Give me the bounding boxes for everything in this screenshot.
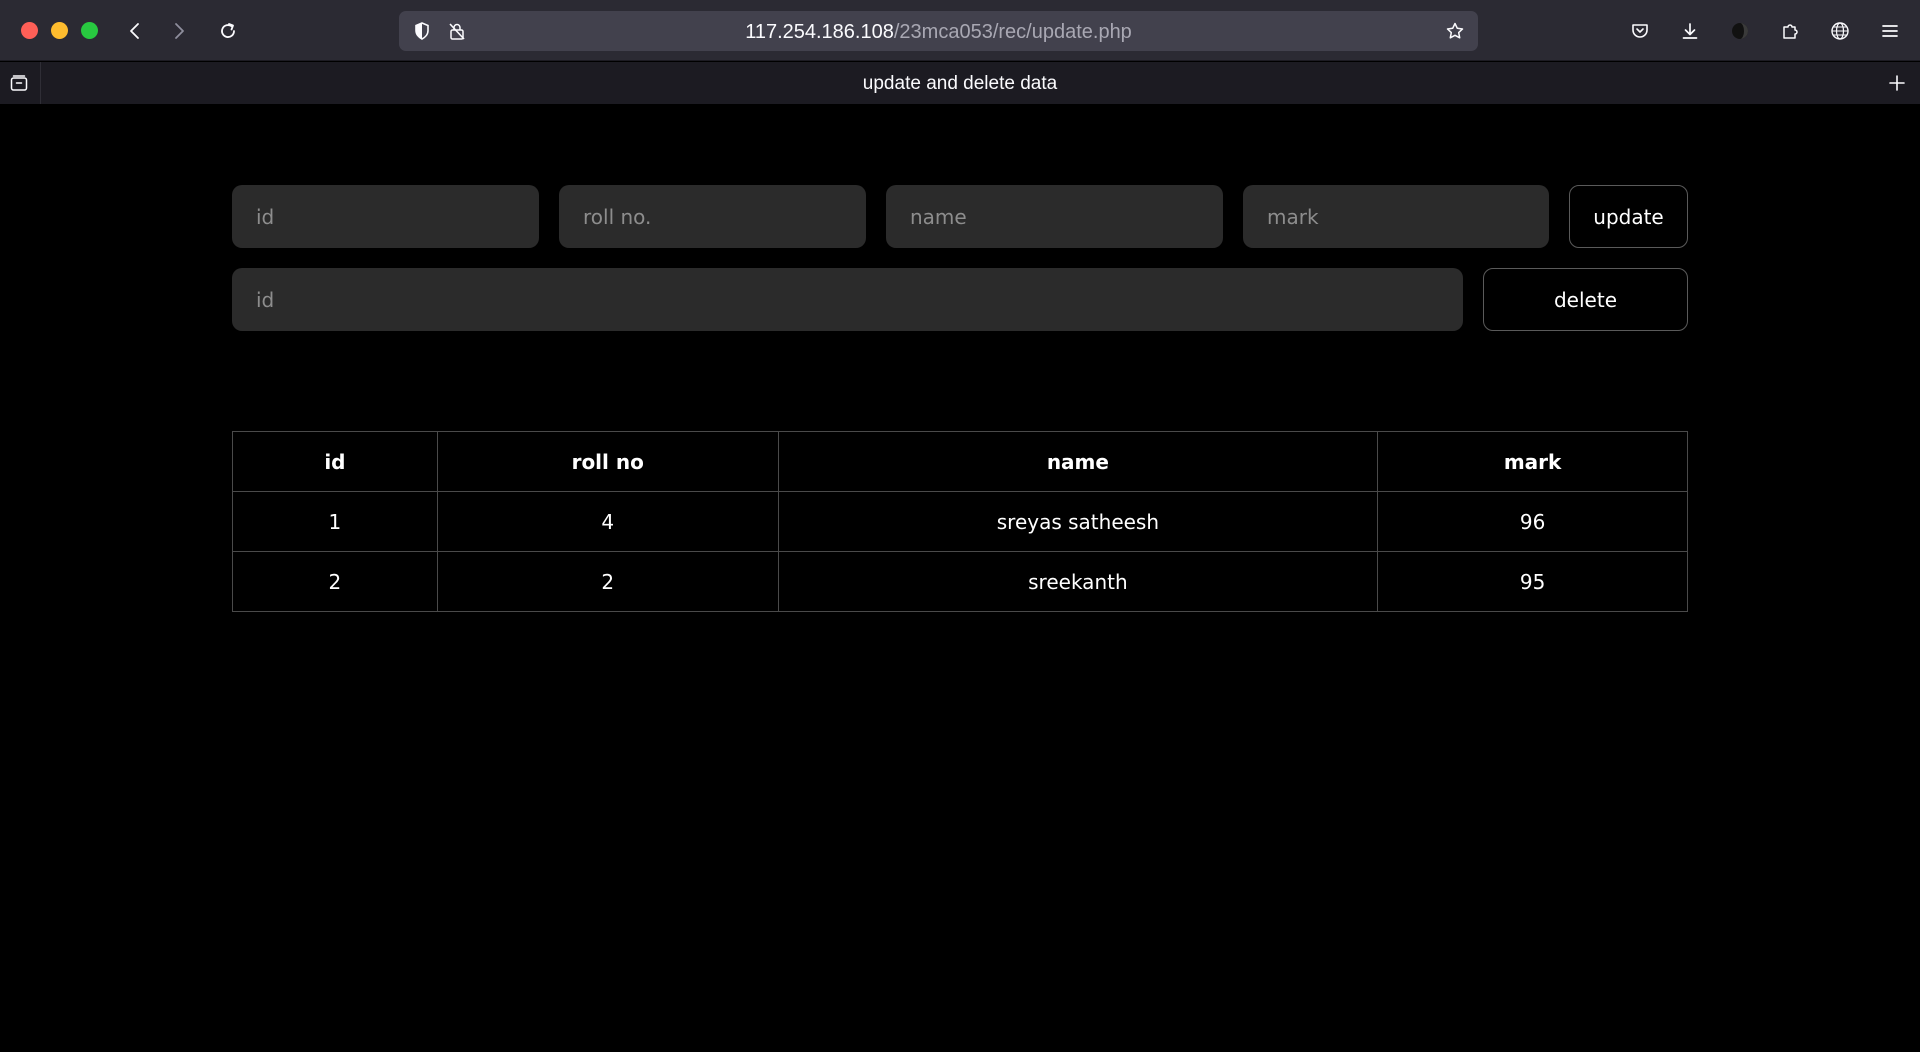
new-tab-button[interactable]	[1884, 70, 1910, 96]
cell-mark: 96	[1377, 491, 1688, 552]
back-arrow-icon	[130, 23, 139, 39]
delete-button[interactable]: delete	[1483, 268, 1688, 331]
tab-strip: update and delete data	[0, 62, 1920, 104]
plus-icon	[1889, 75, 1905, 91]
header-name: name	[777, 431, 1379, 492]
globe-icon	[1831, 22, 1849, 40]
maximize-window-button[interactable]	[81, 22, 98, 39]
minimize-window-button[interactable]	[51, 22, 68, 39]
address-bar[interactable]: 117.254.186.108/23mca053/rec/update.php	[399, 11, 1478, 51]
extension-avatar-icon	[1732, 23, 1748, 39]
update-roll-input[interactable]	[559, 185, 866, 248]
header-roll-no: roll no	[436, 431, 779, 492]
cell-mark: 95	[1377, 551, 1688, 612]
url-host: 117.254.186.108	[745, 21, 894, 43]
cell-roll-no: 2	[436, 551, 779, 612]
cell-id: 2	[232, 551, 438, 612]
forward-arrow-icon	[175, 23, 184, 39]
tab-active-title[interactable]: update and delete data	[0, 73, 1920, 95]
url-path: /23mca053/rec/update.php	[893, 21, 1132, 43]
menu-button[interactable]	[1873, 14, 1907, 48]
table-row: 2 2 sreekanth 95	[232, 551, 1688, 612]
update-button[interactable]: update	[1569, 185, 1688, 248]
pocket-button[interactable]	[1623, 14, 1657, 48]
bookmark-star-icon[interactable]	[1444, 20, 1466, 42]
puzzle-icon	[1783, 24, 1798, 39]
header-mark: mark	[1377, 431, 1688, 492]
table-header-row: id roll no name mark	[232, 431, 1688, 492]
close-window-button[interactable]	[21, 22, 38, 39]
cell-name: sreyas satheesh	[777, 491, 1379, 552]
language-button[interactable]	[1823, 14, 1857, 48]
reload-button[interactable]	[211, 14, 245, 48]
download-icon	[1682, 23, 1698, 39]
downloads-button[interactable]	[1673, 14, 1707, 48]
pocket-icon	[1632, 24, 1648, 38]
cell-id: 1	[232, 491, 438, 552]
page-content: update delete id roll no name mark 1 4 s…	[0, 104, 1920, 1052]
profile-extension-button[interactable]	[1723, 14, 1757, 48]
cell-name: sreekanth	[777, 551, 1379, 612]
update-mark-input[interactable]	[1243, 185, 1549, 248]
url-text[interactable]: 117.254.186.108/23mca053/rec/update.php	[399, 21, 1478, 44]
cell-roll-no: 4	[436, 491, 779, 552]
hamburger-menu-icon	[1882, 25, 1898, 37]
reload-icon	[221, 23, 235, 38]
records-table: id roll no name mark 1 4 sreyas satheesh…	[232, 431, 1688, 612]
browser-toolbar: 117.254.186.108/23mca053/rec/update.php	[0, 0, 1920, 61]
delete-id-input[interactable]	[232, 268, 1463, 331]
table-row: 1 4 sreyas satheesh 96	[232, 491, 1688, 552]
extensions-button[interactable]	[1773, 14, 1807, 48]
update-id-input[interactable]	[232, 185, 539, 248]
header-id: id	[232, 431, 438, 492]
back-button[interactable]	[118, 14, 152, 48]
forward-button[interactable]	[162, 14, 196, 48]
update-name-input[interactable]	[886, 185, 1223, 248]
